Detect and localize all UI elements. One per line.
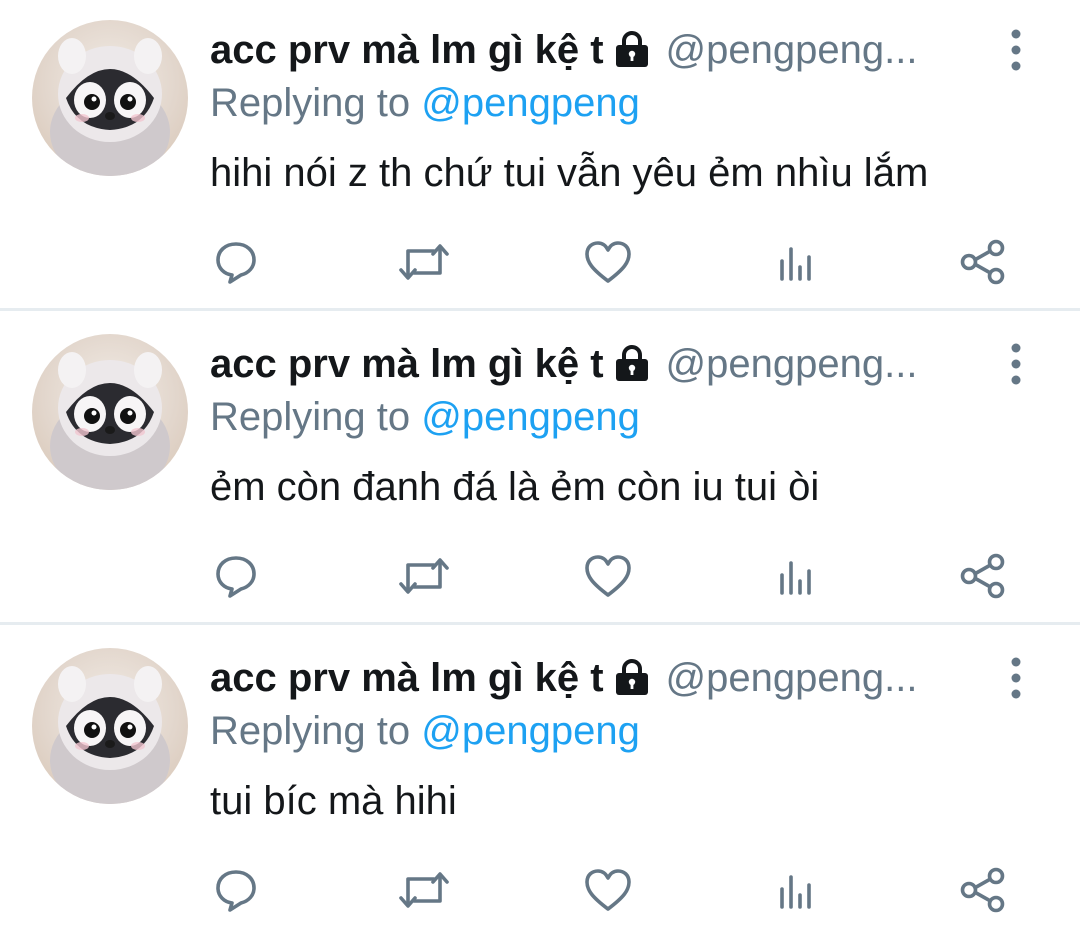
- like-button[interactable]: [578, 232, 638, 292]
- reply-icon: [216, 870, 256, 912]
- like-icon: [585, 869, 631, 911]
- analytics-button[interactable]: [766, 860, 826, 920]
- tweet[interactable]: acc prv mà lm gì kệ t @pengpeng... Replyi…: [0, 628, 1080, 925]
- share-button[interactable]: [952, 232, 1012, 292]
- lock-icon: [612, 656, 652, 704]
- display-name[interactable]: acc prv mà lm gì kệ t: [210, 342, 604, 386]
- share-icon: [960, 239, 1005, 285]
- lock-icon: [612, 28, 652, 76]
- stats-icon: [780, 247, 811, 281]
- share-icon: [960, 867, 1005, 913]
- replying-to: Replying to @pengpeng: [210, 78, 640, 128]
- reply-icon: [216, 242, 256, 284]
- stats-icon: [780, 875, 811, 909]
- reply-handle-link[interactable]: @pengpeng: [421, 81, 640, 125]
- retweet-button[interactable]: [394, 232, 454, 292]
- reply-button[interactable]: [206, 546, 266, 606]
- reply-button[interactable]: [206, 860, 266, 920]
- divider: [0, 622, 1080, 625]
- tweet-text: tui bíc mà hihi: [210, 779, 457, 823]
- analytics-button[interactable]: [766, 546, 826, 606]
- share-button[interactable]: [952, 546, 1012, 606]
- more-icon[interactable]: [1004, 28, 1028, 72]
- reply-prefix: Replying to: [210, 395, 411, 439]
- lock-icon: [612, 342, 652, 390]
- retweet-icon: [399, 558, 449, 594]
- like-button[interactable]: [578, 546, 638, 606]
- tweet[interactable]: acc prv mà lm gì kệ t @pengpeng... Replyi…: [0, 0, 1080, 311]
- share-button[interactable]: [952, 860, 1012, 920]
- retweet-icon: [399, 872, 449, 908]
- retweet-icon: [399, 244, 449, 280]
- analytics-button[interactable]: [766, 232, 826, 292]
- avatar[interactable]: [32, 334, 188, 490]
- retweet-button[interactable]: [394, 546, 454, 606]
- like-icon: [585, 241, 631, 283]
- handle[interactable]: @pengpeng...: [666, 342, 918, 386]
- reply-handle-link[interactable]: @pengpeng: [421, 395, 640, 439]
- tweet-header: acc prv mà lm gì kệ t @pengpeng...: [210, 24, 1000, 76]
- handle[interactable]: @pengpeng...: [666, 28, 918, 72]
- replying-to: Replying to @pengpeng: [210, 706, 640, 756]
- tweet-feed: acc prv mà lm gì kệ t @pengpeng... Replyi…: [0, 0, 1080, 925]
- retweet-button[interactable]: [394, 860, 454, 920]
- more-icon[interactable]: [1004, 342, 1028, 386]
- tweet[interactable]: acc prv mà lm gì kệ t @pengpeng... Replyi…: [0, 314, 1080, 625]
- tweet-header: acc prv mà lm gì kệ t @pengpeng...: [210, 338, 1000, 390]
- handle[interactable]: @pengpeng...: [666, 656, 918, 700]
- reply-prefix: Replying to: [210, 709, 411, 753]
- reply-handle-link[interactable]: @pengpeng: [421, 709, 640, 753]
- share-icon: [960, 553, 1005, 599]
- tweet-header: acc prv mà lm gì kệ t @pengpeng...: [210, 652, 1000, 704]
- tweet-text: hihi nói z th chứ tui vẫn yêu ẻm nhìu lắ…: [210, 151, 929, 195]
- like-button[interactable]: [578, 860, 638, 920]
- like-icon: [585, 555, 631, 597]
- reply-icon: [216, 556, 256, 598]
- reply-button[interactable]: [206, 232, 266, 292]
- replying-to: Replying to @pengpeng: [210, 392, 640, 442]
- tweet-text: ẻm còn đanh đá là ẻm còn iu tui òi: [210, 465, 820, 509]
- avatar[interactable]: [32, 648, 188, 804]
- stats-icon: [780, 561, 811, 595]
- divider: [0, 308, 1080, 311]
- reply-prefix: Replying to: [210, 81, 411, 125]
- display-name[interactable]: acc prv mà lm gì kệ t: [210, 28, 604, 72]
- display-name[interactable]: acc prv mà lm gì kệ t: [210, 656, 604, 700]
- more-icon[interactable]: [1004, 656, 1028, 700]
- avatar[interactable]: [32, 20, 188, 176]
